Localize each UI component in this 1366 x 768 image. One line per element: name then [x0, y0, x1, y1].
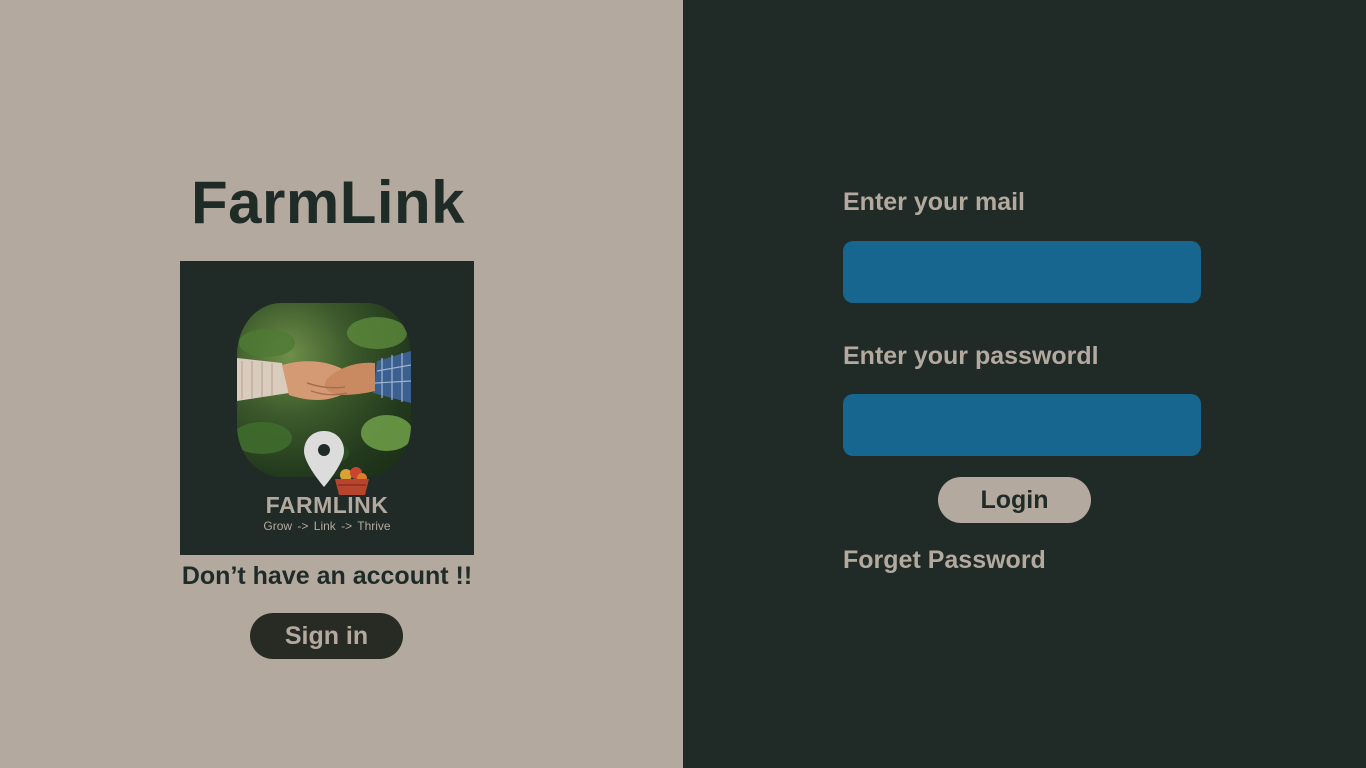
login-button[interactable]: Login — [938, 477, 1091, 523]
password-field[interactable] — [843, 394, 1201, 456]
brand-panel: FarmLink FARMLINK Grow -> Link -> Thrive… — [0, 0, 683, 768]
app-title: FarmLink — [190, 169, 466, 236]
email-field[interactable] — [843, 241, 1201, 303]
login-panel: Enter your mail Enter your passwordl Log… — [683, 0, 1366, 768]
forgot-password-link[interactable]: Forget Password — [843, 546, 1046, 575]
farmlink-logo: FARMLINK Grow -> Link -> Thrive — [180, 261, 474, 555]
no-account-prompt: Don’t have an account !! — [181, 562, 473, 590]
logo-tagline: Grow -> Link -> Thrive — [263, 519, 391, 533]
sign-in-button[interactable]: Sign in — [250, 613, 403, 659]
email-label: Enter your mail — [843, 188, 1025, 216]
logo-wordmark: FARMLINK — [265, 492, 389, 518]
password-label: Enter your passwordl — [843, 342, 1099, 370]
